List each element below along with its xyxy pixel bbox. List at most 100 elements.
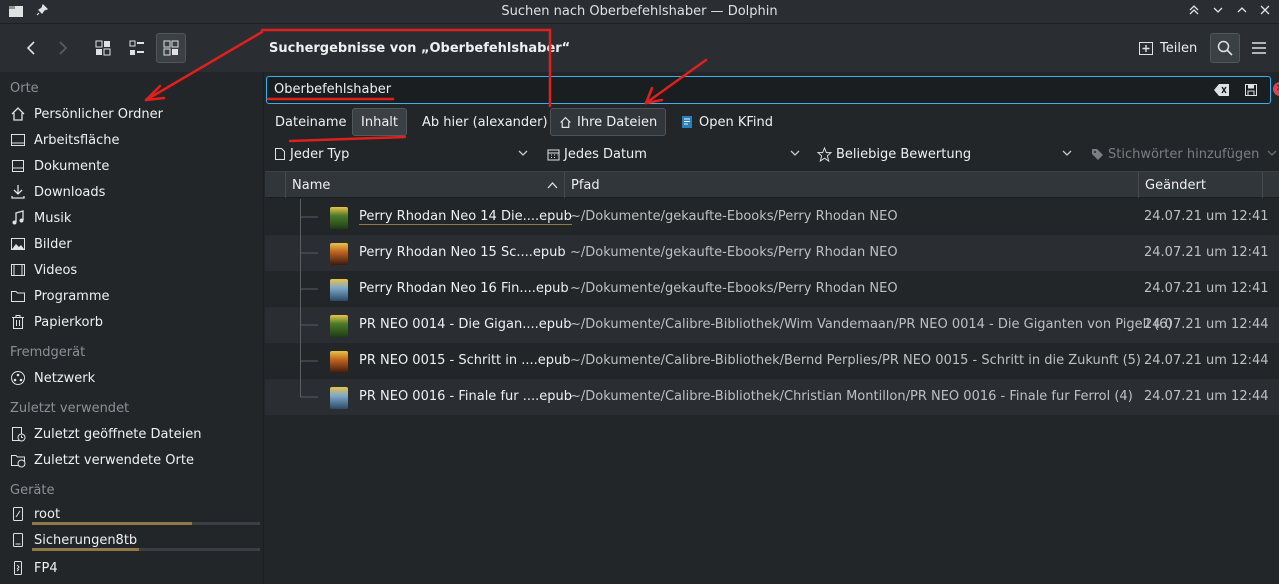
file-icon (275, 148, 285, 160)
sidebar-item-label: root (34, 506, 61, 522)
date-filter-label: Jedes Datum (564, 146, 647, 162)
sidebar-item-videos[interactable]: Videos (10, 259, 260, 281)
table-row[interactable]: PR NEO 0016 - Finale fur ....epub ~/Doku… (265, 379, 1279, 415)
file-name: PR NEO 0016 - Finale fur ....epub (359, 389, 573, 404)
sidebar-item-label: Persönlicher Ordner (34, 106, 163, 122)
music-icon (10, 210, 26, 226)
save-search-icon[interactable] (1244, 83, 1258, 97)
tree-line (300, 199, 318, 235)
section-title-places: Orte (10, 81, 39, 96)
download-icon (10, 184, 26, 200)
sidebar-item-music[interactable]: Musik (10, 207, 260, 229)
details-view-button[interactable] (156, 33, 186, 63)
tree-line (300, 271, 318, 307)
tags-filter[interactable]: Stichwörter hinzufügen (1091, 142, 1259, 166)
epub-cover-icon (330, 207, 348, 229)
file-date: 24.07.21 um 12:41 (1144, 209, 1269, 224)
sidebar-item-label: Zuletzt verwendete Orte (34, 452, 194, 468)
icons-view-button[interactable] (88, 33, 118, 63)
sidebar-item-recent-places[interactable]: Zuletzt verwendete Orte (10, 449, 260, 471)
clear-text-icon[interactable] (1214, 83, 1230, 97)
close-search-icon[interactable]: ✕ (1273, 82, 1279, 96)
forward-button[interactable] (48, 33, 78, 63)
tree-line (300, 343, 318, 379)
picture-icon (10, 236, 26, 252)
breadcrumb[interactable]: Suchergebnisse von „Oberbefehlshaber“ (269, 41, 570, 56)
file-path: ~/Dokumente/gekaufte-Ebooks/Perry Rhodan… (570, 245, 898, 260)
open-kfind-button[interactable]: Open KFind (672, 108, 781, 136)
sidebar-item-network[interactable]: Netzwerk (10, 367, 260, 389)
phone-icon (10, 560, 26, 576)
search-query: Oberbefehlshaber (274, 82, 392, 97)
places-panel: Orte Persönlicher Ordner Arbeitsfläche D… (4, 72, 264, 584)
table-header: Name Pfad Geändert (265, 171, 1279, 198)
your-files-option[interactable]: Ihre Dateien (550, 108, 667, 136)
file-name: PR NEO 0014 - Die Gigan....epub (359, 317, 572, 332)
file-name: Perry Rhodan Neo 14 Die....epub (359, 209, 572, 225)
from-here-option-label: Ab hier (alexander) (422, 114, 548, 130)
sidebar-item-fp4[interactable]: FP4 (10, 557, 260, 579)
desktop-icon (10, 132, 26, 148)
section-title-remote: Fremdgerät (10, 345, 86, 360)
sidebar-item-label: Downloads (34, 184, 106, 200)
file-date: 24.07.21 um 12:44 (1144, 317, 1269, 332)
search-input[interactable]: Oberbefehlshaber (266, 76, 1271, 104)
column-header-spacer (1262, 172, 1279, 198)
share-icon (1139, 42, 1153, 55)
table-row[interactable]: Perry Rhodan Neo 16 Fin....epub ~/Dokume… (265, 271, 1279, 307)
chevron-down-icon[interactable] (789, 147, 801, 159)
file-name: Perry Rhodan Neo 15 Sc....epub (359, 245, 566, 260)
open-kfind-label: Open KFind (699, 114, 774, 130)
sidebar-item-desktop[interactable]: Arbeitsfläche (10, 129, 260, 151)
table-row[interactable]: PR NEO 0015 - Schritt in ....epub ~/Doku… (265, 343, 1279, 379)
grid-view-icon (95, 40, 111, 56)
filename-option[interactable]: Dateiname (267, 108, 355, 136)
content-option-label: Inhalt (361, 114, 398, 130)
column-header-modified[interactable]: Geändert (1138, 172, 1262, 198)
share-button[interactable]: Teilen (1138, 37, 1197, 59)
search-button[interactable] (1210, 33, 1240, 63)
table-row[interactable]: Perry Rhodan Neo 15 Sc....epub ~/Dokumen… (265, 235, 1279, 271)
from-here-option[interactable]: Ab hier (alexander) (414, 108, 556, 136)
sidebar-item-pictures[interactable]: Bilder (10, 233, 260, 255)
file-path: ~/Dokumente/Calibre-Bibliothek/Christian… (570, 389, 1133, 404)
sidebar-item-recent-files[interactable]: Zuletzt geöffnete Dateien (10, 423, 260, 445)
trash-icon (10, 314, 26, 330)
close-window-icon[interactable] (1257, 4, 1273, 20)
table-row[interactable]: Perry Rhodan Neo 14 Die....epub ~/Dokume… (265, 199, 1279, 235)
sidebar-item-documents[interactable]: Dokumente (10, 155, 260, 177)
rating-filter[interactable]: Beliebige Bewertung (817, 142, 971, 166)
file-path: ~/Dokumente/gekaufte-Ebooks/Perry Rhodan… (570, 209, 898, 224)
back-button[interactable] (16, 33, 46, 63)
tags-filter-label: Stichwörter hinzufügen (1108, 146, 1260, 162)
chevron-down-icon[interactable] (1266, 147, 1278, 159)
column-header-modified-label: Geändert (1145, 177, 1206, 193)
sidebar-item-downloads[interactable]: Downloads (10, 181, 260, 203)
capacity-bar-root (32, 522, 260, 525)
date-filter[interactable]: Jedes Datum (547, 142, 647, 166)
sidebar-item-programs[interactable]: Programme (10, 285, 260, 307)
file-path: ~/Dokumente/Calibre-Bibliothek/Bernd Per… (570, 353, 1141, 368)
content-option[interactable]: Inhalt (352, 108, 407, 136)
sidebar-item-trash[interactable]: Papierkorb (10, 311, 260, 333)
capacity-bar-backup (32, 548, 260, 551)
tree-line (300, 379, 318, 398)
chevron-down-icon[interactable] (1061, 147, 1073, 159)
sidebar-item-label: Zuletzt geöffnete Dateien (34, 426, 202, 442)
sidebar-item-label: Papierkorb (34, 314, 104, 330)
hamburger-menu-button[interactable] (1244, 33, 1274, 63)
chevron-down-icon[interactable] (517, 147, 529, 159)
column-header-path-label: Pfad (571, 177, 600, 193)
minimize-icon[interactable] (1210, 4, 1226, 20)
epub-cover-icon (330, 351, 348, 373)
table-row[interactable]: PR NEO 0014 - Die Gigan....epub ~/Dokume… (265, 307, 1279, 343)
keep-above-icon[interactable] (1186, 4, 1202, 20)
sidebar-item-home[interactable]: Persönlicher Ordner (10, 103, 260, 125)
maximize-icon[interactable] (1234, 4, 1250, 20)
type-filter[interactable]: Jeder Typ (274, 142, 349, 166)
column-header-path[interactable]: Pfad (564, 172, 1138, 198)
back-arrow-icon (26, 41, 35, 55)
column-header-name[interactable]: Name (285, 172, 564, 198)
compact-view-button[interactable] (122, 33, 152, 63)
kfind-icon (682, 116, 692, 128)
